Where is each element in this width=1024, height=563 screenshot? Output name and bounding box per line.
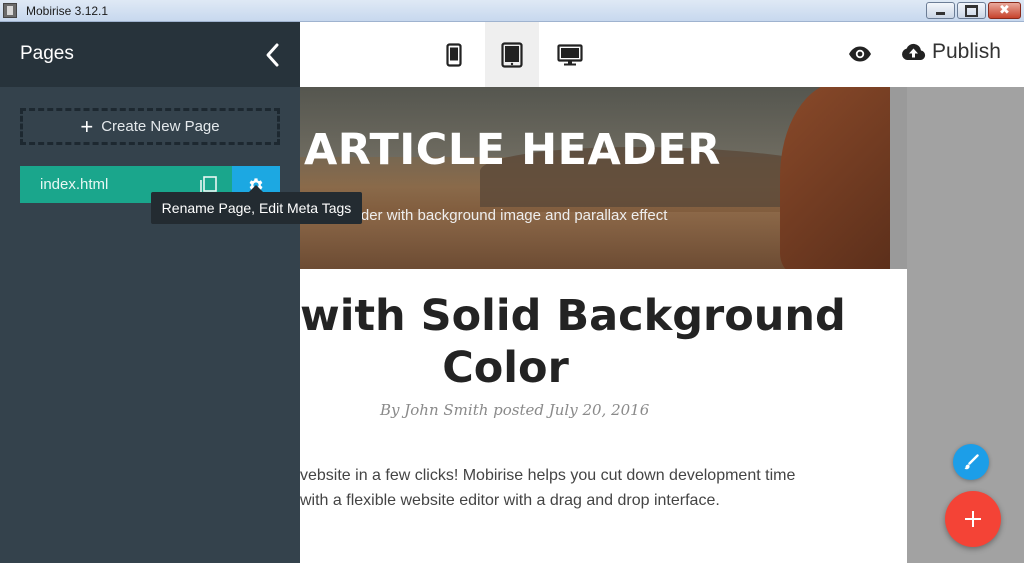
desktop-view-button[interactable] (543, 22, 597, 87)
chevron-left-icon (266, 43, 279, 67)
page-preview-canvas[interactable]: ARTICLE HEADER rticle header with backgr… (300, 87, 907, 563)
sidebar-header: Pages (0, 22, 300, 87)
mobile-phone-icon (446, 42, 462, 67)
article-body-line-2: with a flexible website editor with a dr… (300, 492, 720, 509)
settings-tooltip: Rename Page, Edit Meta Tags (151, 185, 362, 224)
maximize-button[interactable] (957, 2, 986, 19)
tablet-icon (501, 41, 523, 68)
edit-style-button[interactable] (953, 444, 989, 480)
tablet-view-button[interactable] (485, 22, 539, 87)
add-block-button[interactable] (945, 491, 1001, 547)
desktop-monitor-icon (557, 43, 583, 65)
article-title-line-2: Color (442, 343, 569, 393)
minimize-button[interactable] (926, 2, 955, 19)
app-logo-icon (3, 3, 17, 18)
article-body-line-1: vebsite in a few clicks! Mobirise helps … (300, 467, 796, 484)
collapse-sidebar-button[interactable] (262, 42, 284, 68)
cloud-upload-icon (902, 43, 926, 60)
mobile-view-button[interactable] (427, 22, 481, 87)
plus-icon (965, 511, 981, 527)
page-item-label: index.html (40, 176, 109, 193)
publish-button[interactable]: Publish (901, 40, 1001, 64)
window-title: Mobirise 3.12.1 (26, 4, 109, 18)
preview-button[interactable] (848, 42, 872, 66)
article-title[interactable]: with Solid Background Color (300, 290, 907, 394)
hero-rock (780, 87, 890, 269)
article-byline[interactable]: By John Smith posted July 20, 2016 (380, 401, 649, 419)
pages-sidebar: Pages + Create New Page index.html (0, 22, 300, 563)
publish-label: Publish (932, 40, 1001, 63)
create-new-page-button[interactable]: + Create New Page (20, 108, 280, 145)
hero-block[interactable]: ARTICLE HEADER rticle header with backgr… (300, 87, 890, 269)
plus-icon: + (80, 113, 94, 139)
sidebar-title: Pages (20, 43, 74, 64)
close-icon: ✖ (999, 3, 1010, 18)
hero-title[interactable]: ARTICLE HEADER (304, 125, 721, 175)
article-body[interactable]: vebsite in a few clicks! Mobirise helps … (300, 463, 900, 513)
create-new-page-label: Create New Page (101, 118, 220, 135)
device-toolbar: Publish (300, 22, 1024, 87)
article-title-line-1: with Solid Background (300, 291, 846, 341)
close-window-button[interactable]: ✖ (988, 2, 1021, 19)
window-titlebar: Mobirise 3.12.1 ✖ (0, 0, 1024, 22)
eye-icon (849, 46, 871, 62)
brush-icon (964, 454, 979, 470)
preview-scrollbar[interactable] (890, 87, 907, 269)
